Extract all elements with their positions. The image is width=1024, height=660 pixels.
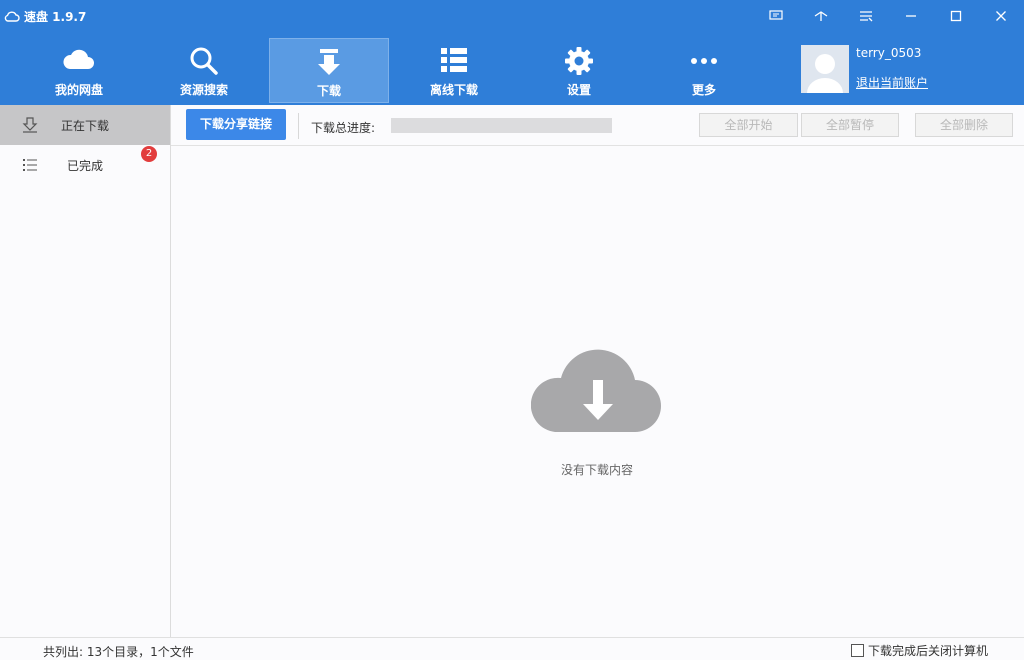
skin-icon[interactable]	[806, 4, 836, 28]
top-bar: 速盘 1.9.7 我的网盘 资源搜索 下载 离线下载 设置 更多 terry_0…	[0, 0, 1024, 105]
app-title-text: 速盘 1.9.7	[24, 9, 87, 24]
nav-label: 更多	[691, 83, 716, 97]
total-progress-label: 下载总进度:	[311, 121, 376, 135]
app-cloud-icon	[4, 11, 20, 22]
toolbar-divider	[298, 113, 299, 139]
shutdown-label: 下载完成后关闭计算机	[868, 644, 989, 658]
pause-all-button[interactable]: 全部暂停	[801, 113, 899, 137]
download-toolbar: 下载分享链接 下载总进度: 全部开始 全部暂停 全部删除	[171, 105, 1024, 146]
nav-more[interactable]: 更多	[644, 38, 764, 103]
more-icon	[691, 58, 717, 64]
start-all-button[interactable]: 全部开始	[699, 113, 798, 137]
nav-label: 离线下载	[429, 83, 478, 97]
sidebar-item-label: 正在下载	[61, 119, 110, 133]
empty-state-text: 没有下载内容	[560, 463, 633, 477]
nav-offline-download[interactable]: 离线下载	[394, 38, 514, 103]
username: terry_0503	[856, 46, 922, 60]
chat-icon[interactable]	[761, 4, 791, 28]
nav-settings[interactable]: 设置	[519, 38, 639, 103]
download-share-link-button[interactable]: 下载分享链接	[186, 109, 286, 140]
nav-download[interactable]: 下载	[269, 38, 389, 103]
nav-my-disk[interactable]: 我的网盘	[19, 38, 139, 103]
nav-label: 下载	[316, 84, 341, 98]
shutdown-checkbox[interactable]	[851, 644, 864, 657]
user-icon	[801, 45, 849, 93]
sidebar-item-completed[interactable]: 已完成 2	[0, 145, 170, 185]
sidebar-item-label: 已完成	[67, 159, 104, 173]
sidebar: 正在下载 已完成 2	[0, 105, 171, 637]
logout-link[interactable]: 退出当前账户	[856, 74, 928, 91]
completed-count-badge: 2	[141, 146, 157, 162]
sidebar-item-downloading[interactable]: 正在下载	[0, 105, 170, 145]
close-icon[interactable]	[986, 4, 1016, 28]
gear-icon	[565, 47, 593, 75]
minimize-icon[interactable]	[896, 4, 926, 28]
empty-download-cloud-icon	[531, 349, 661, 432]
shutdown-after-download-option[interactable]: 下载完成后关闭计算机	[851, 642, 988, 659]
nav-label: 设置	[566, 83, 591, 97]
nav-label: 我的网盘	[54, 83, 103, 97]
title-bar: 速盘 1.9.7	[0, 0, 1024, 32]
maximize-icon[interactable]	[941, 4, 971, 28]
download-icon	[318, 49, 340, 75]
menu-icon[interactable]	[851, 4, 881, 28]
nav-label: 资源搜索	[179, 83, 228, 97]
status-bar: 共列出: 13个目录，1个文件 下载完成后关闭计算机	[0, 637, 1024, 660]
download-tray-icon	[22, 117, 38, 133]
list-icon	[23, 159, 37, 171]
avatar[interactable]	[801, 45, 849, 93]
cloud-icon	[63, 49, 94, 69]
nav-resource-search[interactable]: 资源搜索	[144, 38, 264, 103]
app-title: 速盘 1.9.7	[4, 8, 86, 24]
search-icon	[190, 47, 218, 75]
status-summary: 共列出: 13个目录，1个文件	[43, 645, 194, 659]
list-icon	[441, 48, 467, 72]
total-progress-bar	[391, 118, 612, 133]
delete-all-button[interactable]: 全部删除	[915, 113, 1013, 137]
